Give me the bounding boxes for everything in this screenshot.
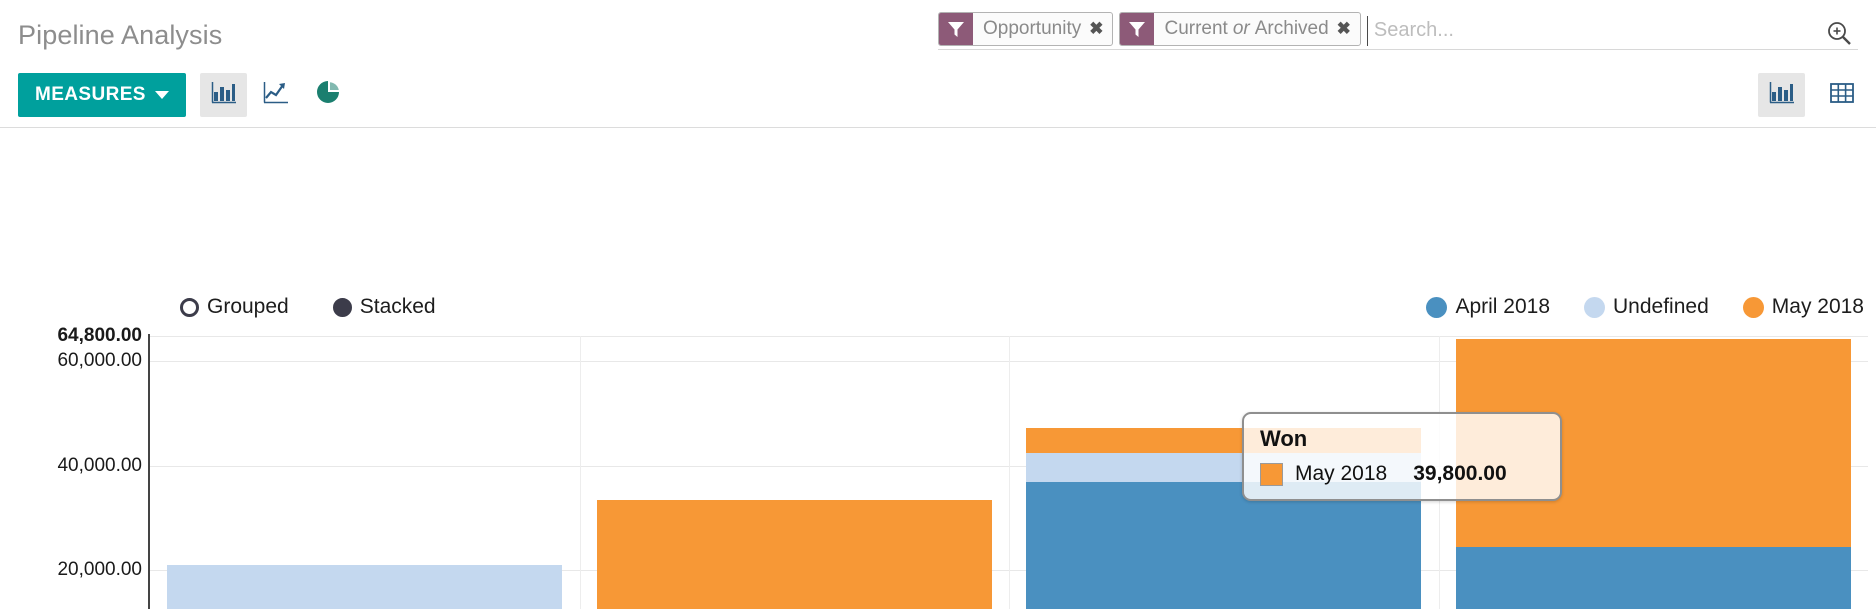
legend-item[interactable]: May 2018	[1742, 295, 1864, 319]
line-chart-icon-button[interactable]	[252, 73, 299, 117]
bar-chart-icon-button[interactable]	[200, 73, 247, 117]
tooltip-row: May 2018 39,800.00	[1244, 458, 1560, 486]
bar-chart-icon	[210, 79, 237, 111]
close-icon[interactable]: ✖	[1335, 13, 1360, 45]
pie-chart-icon-button[interactable]	[305, 73, 352, 117]
measures-label: MEASURES	[35, 84, 146, 105]
bar-segment[interactable]	[167, 564, 563, 609]
pivot-table-icon	[1829, 81, 1855, 110]
grid-line	[150, 336, 1868, 337]
legend-color-swatch	[1426, 296, 1448, 318]
filter-facet-label: Current or Archived	[1164, 18, 1329, 39]
y-axis-tick-label: 60,000.00	[57, 350, 142, 372]
tooltip-color-swatch	[1260, 462, 1283, 486]
filter-facet-opportunity[interactable]: Opportunity ✖	[938, 12, 1114, 46]
category-grid-line	[1009, 336, 1010, 609]
chart-mode-legend: Grouped Stacked	[180, 295, 436, 319]
radio-unselected-icon	[180, 297, 199, 317]
measures-button[interactable]: MEASURES	[18, 73, 186, 117]
top-bar: Pipeline Analysis Opportunity ✖ Current o…	[0, 0, 1876, 62]
y-axis-line	[148, 334, 150, 609]
chart-tooltip: Won May 2018 39,800.00	[1242, 412, 1562, 501]
line-chart-icon	[262, 79, 289, 111]
plot-canvas: 64,800.0060,000.0040,000.0020,000.000.00…	[0, 128, 1876, 609]
pie-chart-icon	[315, 79, 342, 111]
close-icon[interactable]: ✖	[1087, 13, 1112, 45]
legend-label: Undefined	[1613, 295, 1709, 318]
radio-selected-icon	[332, 297, 352, 317]
chart-area: 64,800.0060,000.0040,000.0020,000.000.00…	[0, 128, 1876, 609]
bar-segment[interactable]	[596, 500, 992, 609]
legend-item[interactable]: April 2018	[1426, 295, 1550, 319]
pivot-table-icon-button[interactable]	[1818, 73, 1865, 117]
y-axis-tick-label: 20,000.00	[57, 559, 142, 581]
chart-mode-stacked[interactable]: Stacked	[332, 295, 436, 319]
tooltip-series-name: May 2018	[1295, 462, 1388, 485]
y-axis-tick-label: 40,000.00	[57, 454, 142, 476]
filter-facet-current-or-archived[interactable]: Current or Archived ✖	[1119, 12, 1361, 46]
category-grid-line	[579, 336, 581, 609]
legend-color-swatch	[1742, 296, 1764, 318]
chart-mode-label: Grouped	[207, 295, 289, 318]
legend-color-swatch	[1584, 296, 1606, 318]
tooltip-value: 39,800.00	[1413, 462, 1507, 485]
chart-mode-grouped[interactable]: Grouped	[180, 295, 289, 319]
filter-icon	[1120, 13, 1155, 45]
graph-view-icon	[1768, 79, 1795, 111]
caret-down-icon	[154, 91, 169, 99]
y-axis-tick-label: 64,800.00	[57, 325, 142, 346]
bar-segment[interactable]	[1026, 482, 1422, 609]
filter-facet-label: Opportunity	[983, 18, 1082, 39]
series-legend: April 2018 Undefined May 2018	[1426, 295, 1864, 319]
page-title: Pipeline Analysis	[18, 20, 223, 50]
control-bar: MEASURES	[0, 62, 1876, 128]
legend-label: May 2018	[1771, 295, 1864, 318]
tooltip-title: Won	[1260, 426, 1308, 451]
magnifier-plus-icon[interactable]	[1824, 18, 1854, 48]
filter-icon	[939, 13, 973, 45]
search-view: Opportunity ✖ Current or Archived ✖	[938, 12, 1858, 50]
graph-view-icon-button[interactable]	[1758, 73, 1805, 117]
legend-item[interactable]: Undefined	[1584, 295, 1709, 319]
legend-label: April 2018	[1455, 295, 1551, 318]
bar-segment[interactable]	[1455, 546, 1851, 609]
search-input[interactable]	[1366, 15, 1858, 46]
chart-mode-label: Stacked	[359, 295, 436, 318]
